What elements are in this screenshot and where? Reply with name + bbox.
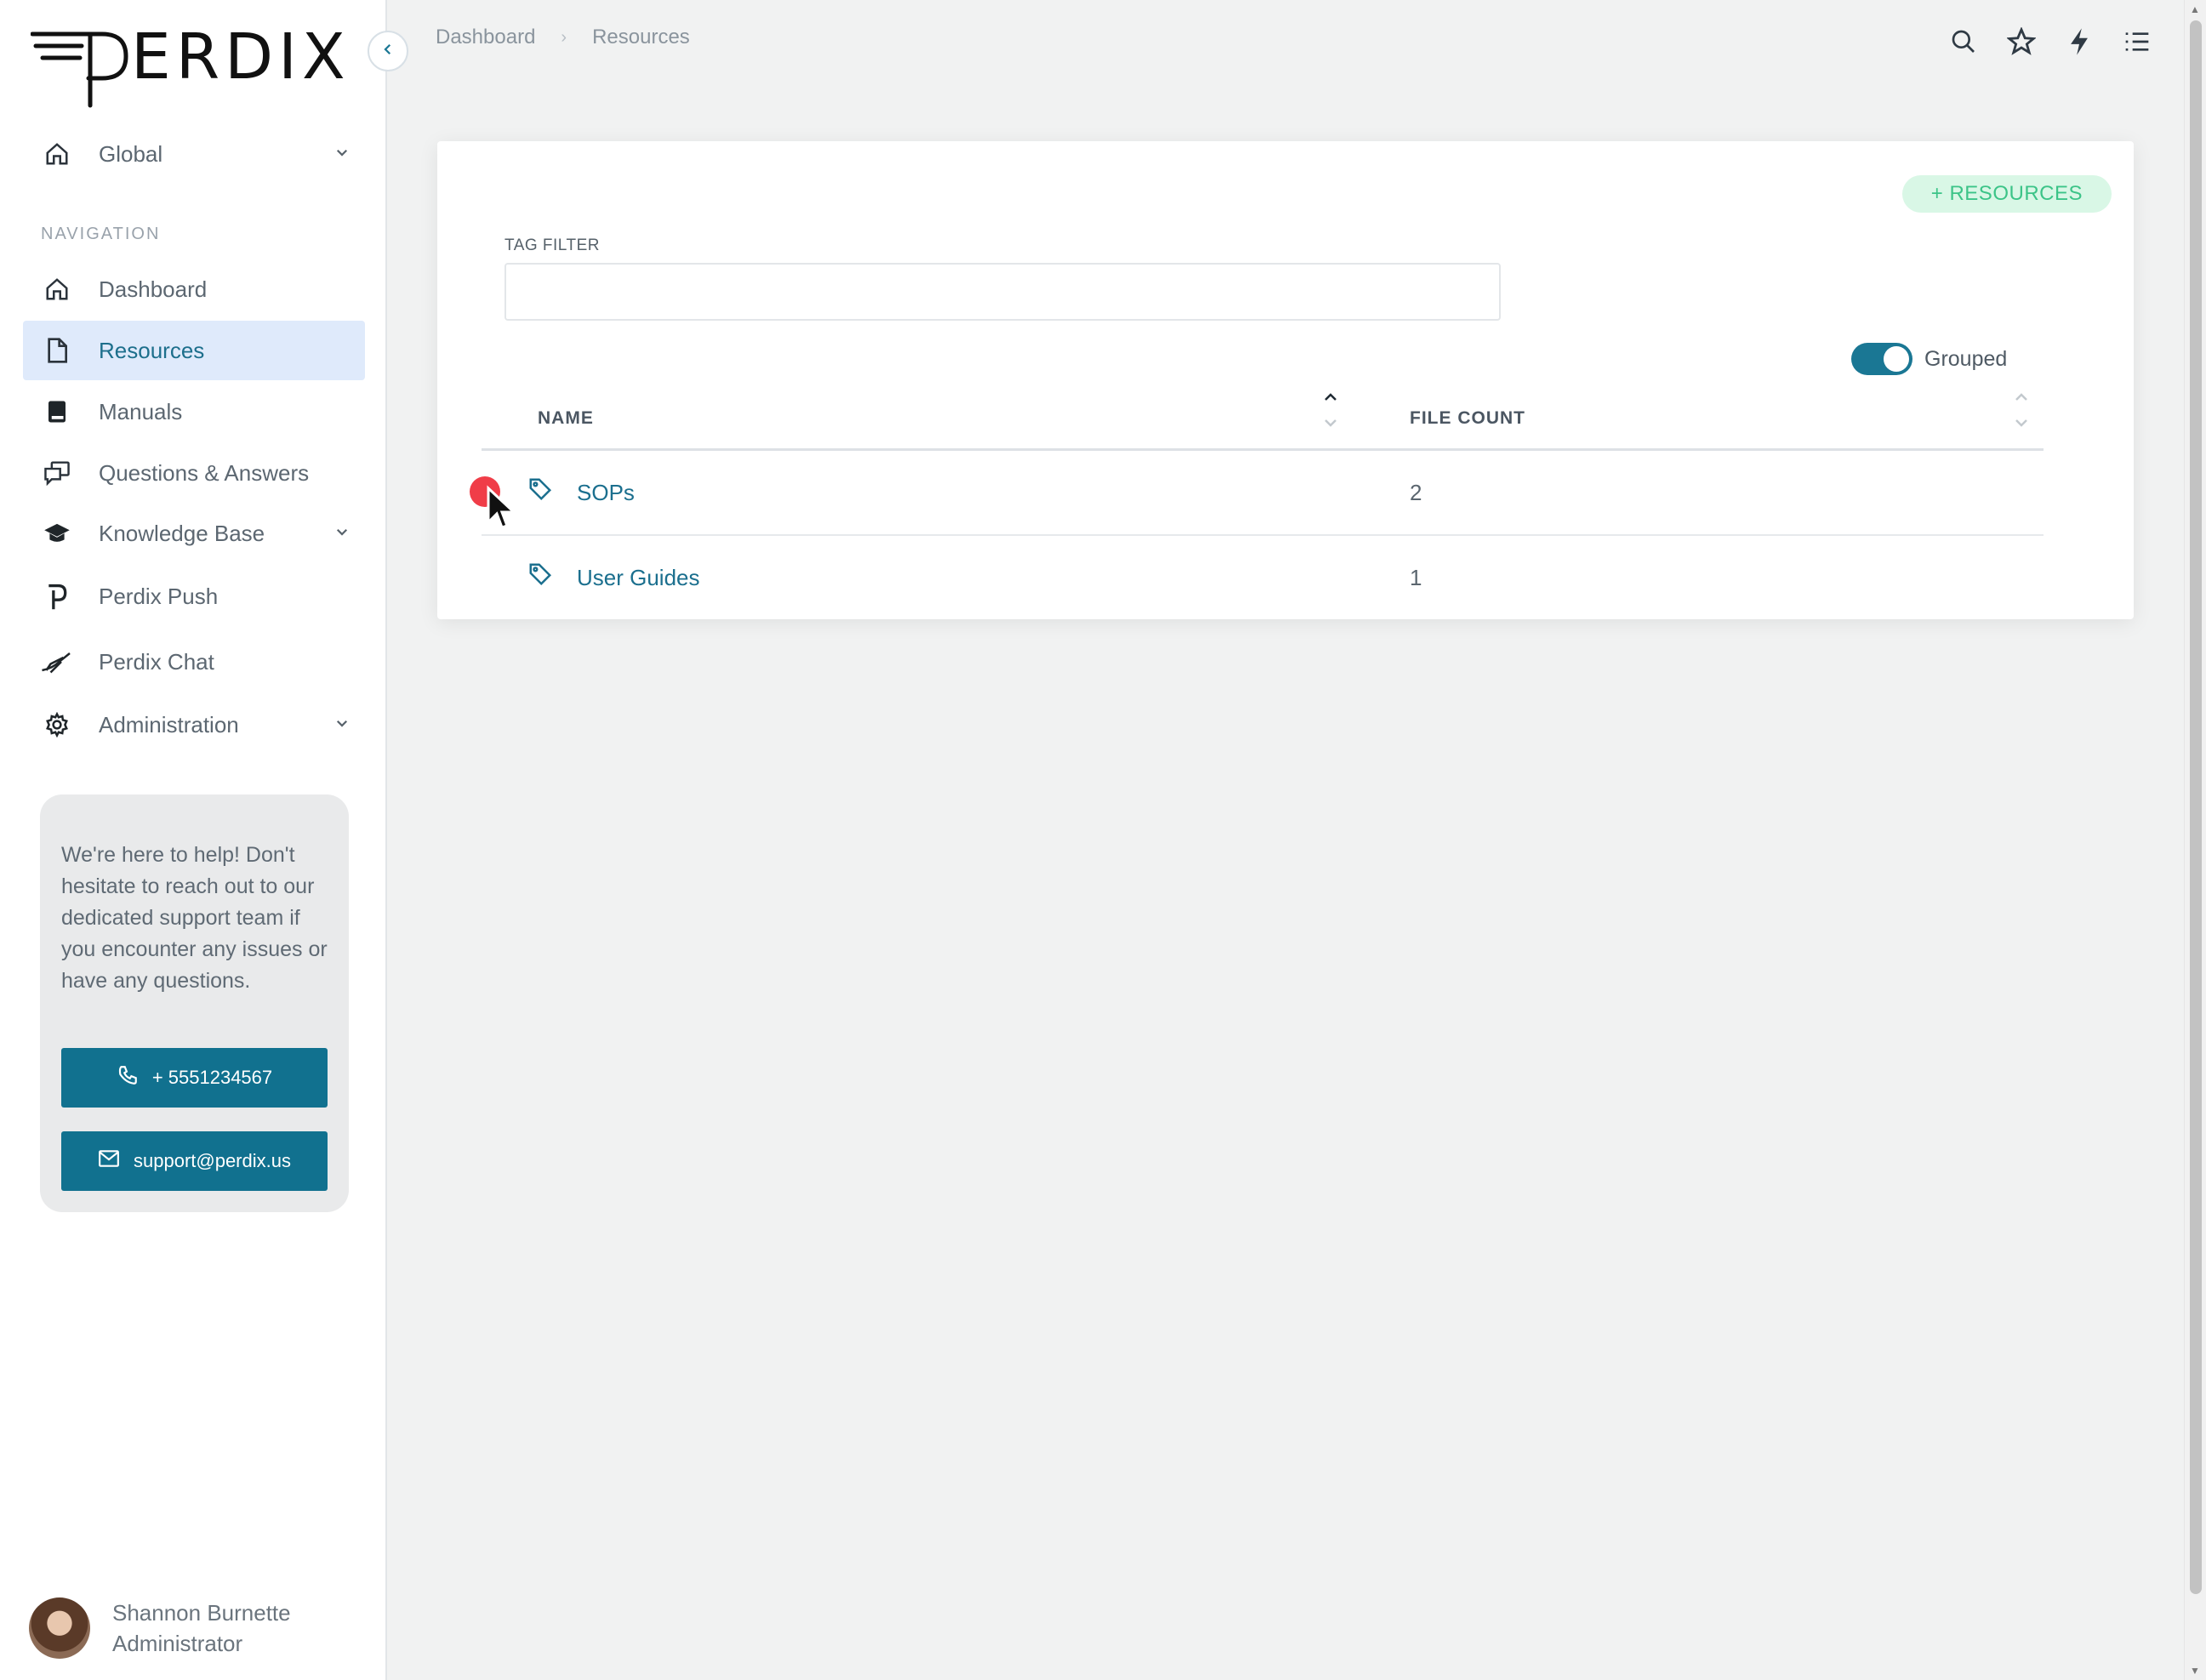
row-file-count: 1 xyxy=(1410,565,1422,590)
sidebar-item-questions-answers[interactable]: Questions & Answers xyxy=(23,443,365,503)
tag-filter-input[interactable] xyxy=(504,263,1501,321)
sidebar-item-label: Questions & Answers xyxy=(99,459,310,486)
sidebar-item-resources[interactable]: Resources xyxy=(23,321,365,380)
sidebar-item-label: Resources xyxy=(99,337,205,363)
table-row[interactable]: User Guides 1 xyxy=(482,536,2044,621)
sidebar-item-perdix-chat[interactable]: Perdix Chat xyxy=(23,632,365,692)
collapse-sidebar-button[interactable] xyxy=(368,31,408,71)
email-button[interactable]: support@perdix.us xyxy=(61,1131,328,1191)
sidebar-item-knowledge-base[interactable]: Knowledge Base xyxy=(23,504,365,563)
help-text: We're here to help! Don't hesitate to re… xyxy=(61,843,328,993)
sort-name-icon[interactable] xyxy=(1322,390,1339,435)
user-role: Administrator xyxy=(112,1631,243,1656)
scrollbar-thumb[interactable] xyxy=(2190,20,2202,1594)
search-icon[interactable] xyxy=(1949,27,1978,56)
user-name: Shannon Burnette xyxy=(112,1600,291,1626)
row-name-link[interactable]: SOPs xyxy=(577,480,635,506)
chevron-down-icon xyxy=(334,715,350,735)
page-scrollbar[interactable]: ▲ ▼ xyxy=(2184,0,2206,1680)
book-icon xyxy=(40,395,74,429)
column-name[interactable]: NAME xyxy=(538,408,594,429)
sidebar-item-label: Administration xyxy=(99,711,239,737)
bolt-icon[interactable] xyxy=(2065,27,2094,56)
sidebar-item-manuals[interactable]: Manuals xyxy=(23,382,365,441)
chevron-down-icon xyxy=(334,524,350,544)
document-icon xyxy=(40,333,74,367)
sort-file-count-icon[interactable] xyxy=(2013,390,2030,435)
grouped-switch[interactable] xyxy=(1851,343,1912,375)
scope-selector[interactable]: Global xyxy=(23,124,365,184)
chevron-down-icon xyxy=(334,145,350,164)
phone-number: + 5551234567 xyxy=(151,1067,273,1088)
email-address: support@perdix.us xyxy=(134,1150,291,1171)
mail-icon xyxy=(98,1149,134,1173)
sidebar-item-administration[interactable]: Administration xyxy=(23,695,365,755)
home-icon xyxy=(40,272,74,306)
sidebar-item-dashboard[interactable]: Dashboard xyxy=(23,259,365,319)
resources-card: + RESOURCES TAG FILTER Grouped NAME FILE… xyxy=(437,141,2134,619)
mouse-cursor-icon xyxy=(485,485,519,537)
row-name-link[interactable]: User Guides xyxy=(577,565,700,591)
nav-heading: NAVIGATION xyxy=(41,225,161,243)
sidebar-item-label: Knowledge Base xyxy=(99,520,265,546)
tag-filter-label: TAG FILTER xyxy=(504,236,600,254)
breadcrumb: Dashboard › Resources xyxy=(436,26,690,49)
grouped-label: Grouped xyxy=(1924,346,2008,371)
user-profile[interactable]: Shannon Burnette Administrator xyxy=(29,1597,291,1659)
list-icon[interactable] xyxy=(2123,27,2152,56)
sidebar-item-label: Perdix Push xyxy=(99,583,219,609)
push-icon xyxy=(40,579,74,613)
sidebar-item-label: Perdix Chat xyxy=(99,648,214,675)
chevron-left-icon xyxy=(380,42,396,61)
sidebar-item-perdix-push[interactable]: Perdix Push xyxy=(23,567,365,626)
row-file-count: 2 xyxy=(1410,480,1422,505)
phone-icon xyxy=(117,1064,152,1091)
star-icon[interactable] xyxy=(2007,27,2036,56)
phone-button[interactable]: + 5551234567 xyxy=(61,1048,328,1108)
avatar xyxy=(29,1597,90,1659)
bird-icon xyxy=(40,645,74,679)
breadcrumb-dashboard[interactable]: Dashboard xyxy=(436,26,535,49)
scope-label: Global xyxy=(99,140,163,167)
breadcrumb-resources: Resources xyxy=(592,26,690,48)
svg-text:ERDIX: ERDIX xyxy=(131,24,351,94)
chat-icon xyxy=(40,456,74,490)
sidebar-item-label: Dashboard xyxy=(99,276,208,302)
gear-icon xyxy=(40,708,74,742)
top-toolbar xyxy=(1949,27,2152,56)
sidebar: ERDIX Global NAVIGATION Dashboard Resour… xyxy=(0,0,387,1680)
tag-icon xyxy=(527,561,553,591)
help-card: We're here to help! Don't hesitate to re… xyxy=(40,794,349,1212)
add-resources-button[interactable]: + RESOURCES xyxy=(1901,175,2112,213)
table-header: NAME FILE COUNT xyxy=(482,388,2044,451)
tag-icon xyxy=(527,476,553,506)
column-file-count[interactable]: FILE COUNT xyxy=(1410,408,1525,429)
resources-table: NAME FILE COUNT SOPs 2 User Guides 1 xyxy=(470,388,2044,621)
home-icon xyxy=(40,137,74,171)
sidebar-item-label: Manuals xyxy=(99,398,183,424)
table-row[interactable]: SOPs 2 xyxy=(470,451,2044,537)
scroll-down-icon[interactable]: ▼ xyxy=(2190,1665,2200,1677)
scroll-up-icon[interactable]: ▲ xyxy=(2190,3,2200,15)
graduation-cap-icon xyxy=(40,516,74,550)
grouped-toggle[interactable]: Grouped xyxy=(1851,343,2007,375)
perdix-logo[interactable]: ERDIX xyxy=(30,20,359,117)
chevron-right-icon: › xyxy=(561,27,567,47)
